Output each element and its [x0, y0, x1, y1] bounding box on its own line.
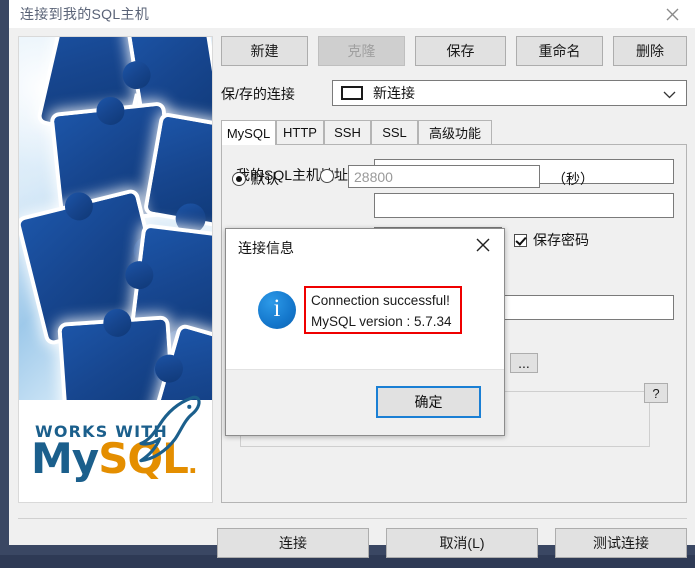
browse-button[interactable]: ... — [510, 353, 538, 373]
connection-square-icon — [341, 86, 363, 100]
puzzle-image — [19, 37, 212, 402]
tab-ssl[interactable]: SSL — [371, 120, 418, 144]
connection-toolbar: 新建 克隆 保存 重命名 删除 — [221, 36, 687, 66]
chevron-down-icon — [663, 86, 676, 104]
info-glyph: i — [273, 294, 281, 322]
connection-window: 连接到我的SQL主机 WORKS WITH MySQL. 新建 克隆 保存 重命… — [0, 0, 695, 558]
message-highlight-box: Connection successful! MySQL version : 5… — [304, 286, 462, 334]
bottom-button-bar: 连接 取消(L) 测试连接 — [9, 528, 695, 568]
message-line-1: Connection successful! — [311, 293, 450, 308]
timeout-default-radio[interactable]: 默认 — [232, 169, 279, 189]
save-password-checkbox[interactable]: 保存密码 — [514, 230, 589, 250]
close-icon[interactable] — [649, 0, 695, 28]
info-icon: i — [258, 291, 296, 329]
test-connection-button[interactable]: 测试连接 — [555, 528, 687, 558]
dolphin-icon — [139, 395, 201, 463]
delete-button[interactable]: 删除 — [613, 36, 687, 66]
radio-icon — [320, 169, 334, 183]
saved-connection-row: 保/存的连接 新连接 — [221, 80, 687, 106]
window-client-area: WORKS WITH MySQL. 新建 克隆 保存 重命名 删除 保/存的连接 — [9, 28, 695, 558]
connection-info-dialog: 连接信息 i Connection successful! MySQL vers… — [225, 228, 505, 436]
dialog-body: i Connection successful! MySQL version :… — [226, 261, 504, 402]
radio-icon — [232, 172, 246, 186]
dialog-close-icon[interactable] — [462, 229, 504, 261]
connect-button[interactable]: 连接 — [217, 528, 369, 558]
rename-button[interactable]: 重命名 — [516, 36, 603, 66]
tab-ssh[interactable]: SSH — [324, 120, 371, 144]
tab-mysql[interactable]: MySQL — [221, 120, 276, 145]
mysql-wordmark-my: My — [31, 434, 99, 483]
new-button[interactable]: 新建 — [221, 36, 308, 66]
save-password-label: 保存密码 — [533, 232, 589, 248]
tab-http[interactable]: HTTP — [276, 120, 324, 144]
user-input[interactable] — [374, 193, 674, 218]
saved-connection-value: 新连接 — [373, 85, 415, 101]
dialog-title: 连接信息 — [238, 240, 294, 256]
dialog-footer: 确定 — [226, 369, 504, 435]
seconds-label: （秒） — [552, 171, 594, 187]
page-title: 连接到我的SQL主机 — [20, 6, 150, 22]
message-line-2: MySQL version : 5.7.34 — [311, 314, 452, 329]
branding-banner: WORKS WITH MySQL. — [18, 36, 213, 503]
title-bar: 连接到我的SQL主机 — [9, 0, 695, 28]
ok-button[interactable]: 确定 — [376, 386, 481, 418]
save-button[interactable]: 保存 — [415, 36, 506, 66]
tab-advanced[interactable]: 高级功能 — [418, 120, 492, 144]
bottom-separator — [18, 518, 687, 519]
timeout-default-label: 默认 — [251, 171, 279, 187]
timeout-input[interactable]: 28800 — [348, 165, 540, 188]
help-button[interactable]: ? — [644, 383, 668, 403]
checkbox-icon — [514, 233, 527, 247]
saved-connection-label: 保/存的连接 — [221, 86, 295, 102]
cancel-button[interactable]: 取消(L) — [386, 528, 538, 558]
saved-connection-dropdown[interactable]: 新连接 — [332, 80, 687, 106]
mysql-logo: WORKS WITH MySQL. — [19, 395, 212, 502]
clone-button: 克隆 — [318, 36, 405, 66]
timeout-custom-radio[interactable] — [320, 169, 339, 183]
tab-bar: MySQL HTTP SSH SSL 高级功能 — [221, 120, 687, 145]
